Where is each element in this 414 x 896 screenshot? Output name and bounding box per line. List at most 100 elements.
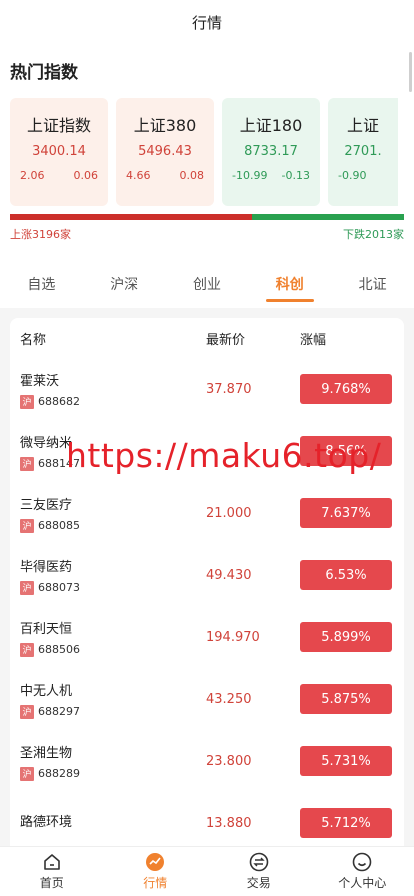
- table-row[interactable]: 微导纳米 沪 688147 8.56%: [10, 420, 404, 482]
- tab-beizheng[interactable]: 北证: [353, 264, 393, 304]
- stock-price: 37.870: [206, 381, 252, 397]
- stock-name: 毕得医药: [20, 559, 73, 575]
- nav-trade-label: 交易: [246, 876, 271, 890]
- nav-profile[interactable]: 个人中心: [311, 847, 414, 896]
- table-row[interactable]: 霍莱沃 沪 688682 37.870 9.768%: [10, 358, 404, 420]
- stock-pct-wrap: 5.731%: [300, 746, 394, 776]
- stock-price: 23.800: [206, 753, 252, 769]
- stock-name: 百利天恒: [20, 621, 73, 637]
- stock-pct-wrap: 7.637%: [300, 498, 394, 528]
- stock-price: 49.430: [206, 567, 252, 583]
- nav-profile-label: 个人中心: [338, 876, 387, 890]
- market-badge: 沪: [20, 456, 34, 471]
- table-row[interactable]: 三友医疗 沪 688085 21.000 7.637%: [10, 482, 404, 544]
- top-bar: 行情: [0, 0, 414, 44]
- index-name: 上证指数: [26, 116, 91, 135]
- stock-code-line: 沪 688506: [20, 642, 206, 657]
- stock-code: 688085: [38, 519, 80, 532]
- market-badge: 沪: [20, 704, 34, 719]
- index-card[interactable]: 上证380 5496.43 4.66 0.08: [116, 98, 214, 206]
- stock-price: 43.250: [206, 691, 252, 707]
- trade-icon: [249, 852, 269, 872]
- stock-name: 圣湘生物: [20, 745, 73, 761]
- stock-name: 三友医疗: [20, 497, 73, 513]
- stock-code-line: 沪 688297: [20, 704, 206, 719]
- stock-price: 194.970: [206, 629, 260, 645]
- breadth-down-fill: [251, 214, 404, 220]
- stock-name-block: 毕得医药 沪 688073: [20, 556, 206, 595]
- index-price: 5496.43: [138, 144, 192, 159]
- stock-code: 688297: [38, 705, 80, 718]
- index-change: 2.06: [20, 169, 45, 182]
- stock-list-wrapper: 名称 最新价 涨幅 霍莱沃 沪 688682 37.870 9.768% 微导纳米…: [0, 308, 414, 854]
- nav-market[interactable]: 行情: [104, 847, 208, 896]
- table-row[interactable]: 毕得医药 沪 688073 49.430 6.53%: [10, 544, 404, 606]
- page-title: 行情: [191, 13, 222, 32]
- stock-pct-badge[interactable]: 9.768%: [300, 374, 392, 404]
- stock-pct-badge[interactable]: 5.899%: [300, 622, 392, 652]
- list-header: 名称 最新价 涨幅: [10, 318, 404, 358]
- tab-star-market[interactable]: 科创: [265, 264, 314, 304]
- table-row[interactable]: 圣湘生物 沪 688289 23.800 5.731%: [10, 730, 404, 792]
- index-pct: 0.06: [73, 169, 99, 182]
- nav-home[interactable]: 首页: [0, 847, 104, 896]
- stock-code: 688147: [38, 457, 80, 470]
- tab-chinext[interactable]: 创业: [187, 264, 227, 304]
- stock-pct-wrap: 5.712%: [300, 808, 394, 838]
- stock-pct-badge[interactable]: 8.56%: [300, 436, 392, 466]
- table-row[interactable]: 路德环境 13.880 5.712%: [10, 792, 404, 854]
- stock-name: 路德环境: [20, 814, 73, 830]
- tab-hushen[interactable]: 沪深: [104, 264, 144, 304]
- market-tabs: 自选 沪深 创业 科创 北证: [0, 260, 414, 308]
- stock-name-block: 微导纳米 沪 688147: [20, 432, 206, 471]
- stock-code-line: 沪 688073: [20, 580, 206, 595]
- down-count: 下跌2013家: [343, 228, 404, 241]
- index-cards[interactable]: 上证指数 3400.14 2.06 0.06 上证380 5496.43 4.66…: [0, 90, 414, 214]
- stock-pct-wrap: 5.899%: [300, 622, 394, 652]
- stock-code: 688682: [38, 395, 80, 408]
- market-badge: 沪: [20, 766, 34, 781]
- breadth-bar: [10, 214, 404, 220]
- market-badge: 沪: [20, 580, 34, 595]
- hot-index-title: 热门指数: [10, 63, 78, 83]
- stock-pct-badge[interactable]: 6.53%: [300, 560, 392, 590]
- nav-trade[interactable]: 交易: [207, 847, 311, 896]
- stock-pct-wrap: 9.768%: [300, 374, 394, 404]
- index-change: -0.90: [338, 169, 367, 182]
- header-pct[interactable]: 涨幅: [300, 329, 394, 348]
- table-row[interactable]: 中无人机 沪 688297 43.250 5.875%: [10, 668, 404, 730]
- index-pct: 0.08: [179, 169, 205, 182]
- index-change: 4.66: [126, 169, 151, 182]
- home-icon: [43, 854, 60, 870]
- header-price[interactable]: 最新价: [206, 329, 300, 348]
- market-icon: [146, 853, 165, 871]
- stock-pct-badge[interactable]: 5.731%: [300, 746, 392, 776]
- stock-pct-wrap: 8.56%: [300, 436, 394, 466]
- breadth-up-fill: [10, 214, 252, 220]
- index-card[interactable]: 上证 2701. -0.90: [328, 98, 398, 206]
- header-name: 名称: [20, 332, 47, 348]
- stock-pct-badge[interactable]: 5.712%: [300, 808, 392, 838]
- stock-code-line: 沪 688682: [20, 394, 206, 409]
- market-badge: 沪: [20, 518, 34, 533]
- stock-name-block: 三友医疗 沪 688085: [20, 494, 206, 533]
- stock-code: 688506: [38, 643, 80, 656]
- stock-pct-badge[interactable]: 5.875%: [300, 684, 392, 714]
- scrollbar[interactable]: [409, 52, 412, 92]
- index-name: 上证380: [133, 116, 197, 135]
- hot-index-section: 热门指数 上证指数 3400.14 2.06 0.06 上证380 5496.43…: [0, 44, 414, 260]
- market-badge: 沪: [20, 642, 34, 657]
- tab-watchlist[interactable]: 自选: [21, 264, 61, 304]
- stock-name-block: 路德环境: [20, 811, 206, 836]
- table-row[interactable]: 百利天恒 沪 688506 194.970 5.899%: [10, 606, 404, 668]
- index-price: 3400.14: [32, 144, 86, 159]
- profile-icon: [352, 852, 372, 872]
- index-card[interactable]: 上证180 8733.17 -10.99 -0.13: [222, 98, 320, 206]
- stock-name: 霍莱沃: [20, 373, 60, 389]
- stock-name-block: 百利天恒 沪 688506: [20, 618, 206, 657]
- stock-pct-badge[interactable]: 7.637%: [300, 498, 392, 528]
- index-price: 8733.17: [244, 144, 298, 159]
- index-card[interactable]: 上证指数 3400.14 2.06 0.06: [10, 98, 108, 206]
- stock-name-block: 霍莱沃 沪 688682: [20, 370, 206, 409]
- stock-name: 中无人机: [20, 683, 73, 699]
